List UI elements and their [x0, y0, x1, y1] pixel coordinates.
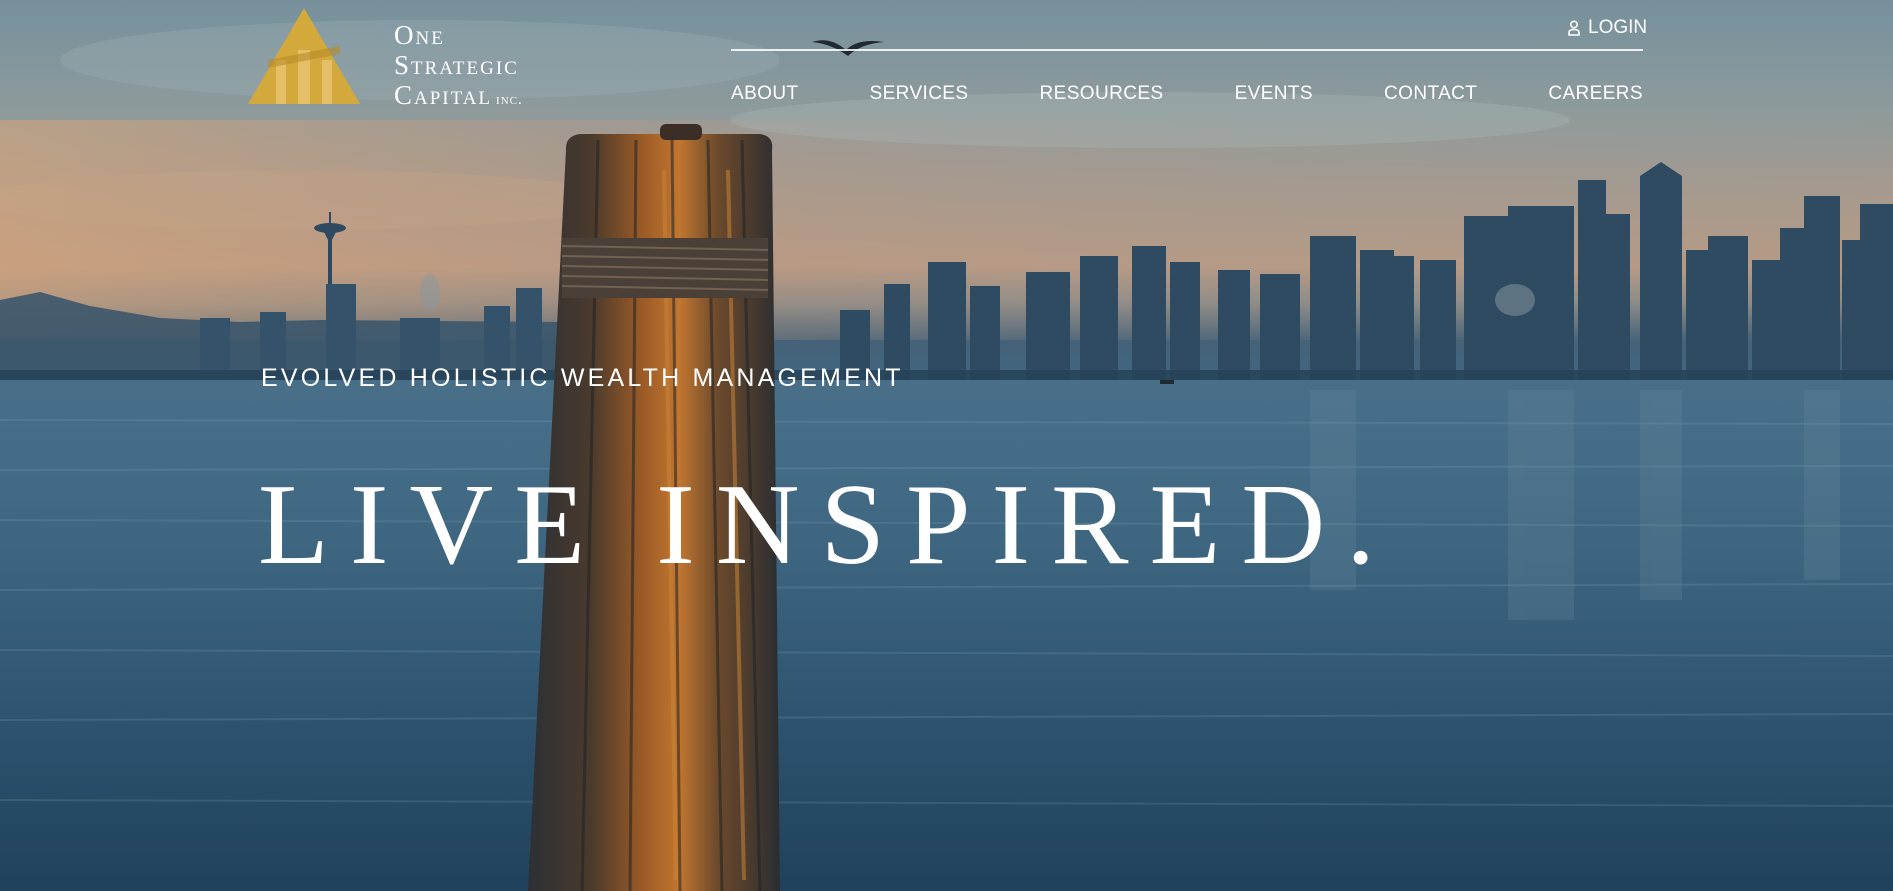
nav-item-careers[interactable]: CAREERS	[1548, 83, 1643, 105]
logo-suffix: inc.	[496, 92, 523, 108]
hero-tagline: EVOLVED HOLISTIC WEALTH MANAGEMENT	[261, 364, 904, 392]
logo-line-3-text: Capital	[394, 80, 493, 110]
logo-line-3: Capital inc.	[394, 80, 523, 115]
main-nav: ABOUT SERVICES RESOURCES EVENTS CONTACT …	[731, 83, 1643, 105]
logo-wordmark: One Strategic Capital inc.	[394, 20, 523, 115]
nav-item-about[interactable]: ABOUT	[731, 83, 798, 105]
hero-section: One Strategic Capital inc. LOGIN ABOUT SE…	[0, 0, 1893, 891]
logo-line-1: One	[394, 20, 445, 50]
logo-mark-icon	[248, 8, 360, 104]
company-logo[interactable]: One Strategic Capital inc.	[248, 6, 548, 110]
hero-background-image	[0, 20, 1893, 891]
hero-headline: LIVE INSPIRED.	[258, 461, 1397, 589]
login-label: LOGIN	[1588, 17, 1648, 38]
nav-item-events[interactable]: EVENTS	[1235, 83, 1313, 105]
login-link[interactable]: LOGIN	[1568, 14, 1647, 42]
nav-item-services[interactable]: SERVICES	[870, 83, 969, 105]
user-icon	[1568, 20, 1580, 36]
logo-line-2: Strategic	[394, 50, 519, 80]
nav-item-resources[interactable]: RESOURCES	[1040, 83, 1164, 105]
nav-divider	[731, 49, 1643, 51]
nav-item-contact[interactable]: CONTACT	[1384, 83, 1477, 105]
